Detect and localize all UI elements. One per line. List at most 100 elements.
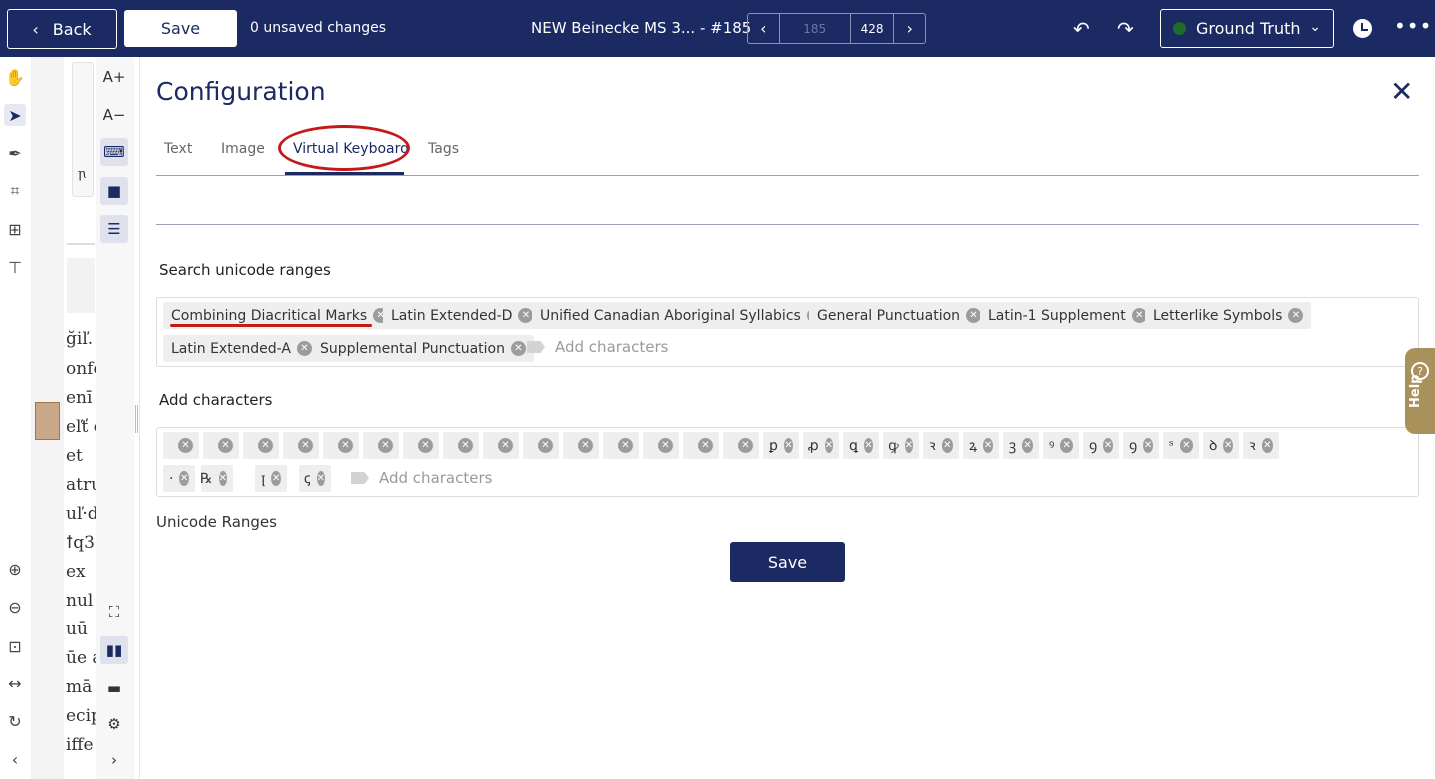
remove-chip-icon[interactable]: ✕ <box>1060 438 1073 453</box>
tag-icon[interactable]: ■ <box>100 177 128 205</box>
fit-width-icon[interactable]: ↔ <box>4 672 26 694</box>
virtual-keyboard-icon[interactable]: ⌨ <box>100 138 128 166</box>
tool-column: ✋ ➤ ✒ ⌗ ⊞ ⊤ ⊕ ⊖ ⊡ ↔ ↻ ‹ <box>0 57 31 779</box>
remove-chip-icon[interactable]: ✕ <box>316 471 325 486</box>
character-chip: ✕ <box>643 432 679 459</box>
fullscreen-icon[interactable]: ⛶ <box>100 598 128 626</box>
unsaved-changes-status: 0 unsaved changes <box>250 20 387 36</box>
remove-chip-icon[interactable]: ✕ <box>1223 438 1233 453</box>
zoom-in-icon[interactable]: ⊕ <box>4 558 26 580</box>
remove-chip-icon[interactable]: ✕ <box>498 438 513 453</box>
remove-chip-icon[interactable]: ✕ <box>966 308 982 323</box>
remove-chip-icon[interactable]: ✕ <box>658 438 673 453</box>
character-chip: ꝓ ✕ <box>803 432 839 459</box>
remove-chip-icon[interactable]: ✕ <box>378 438 393 453</box>
remove-chip-icon[interactable]: ✕ <box>218 471 227 486</box>
remove-chip-icon[interactable]: ✕ <box>258 438 273 453</box>
remove-chip-icon[interactable]: ✕ <box>824 438 833 453</box>
remove-chip-icon[interactable]: ✕ <box>1288 308 1304 323</box>
add-range-input[interactable]: Add characters <box>527 338 668 356</box>
remove-chip-icon[interactable]: ✕ <box>458 438 473 453</box>
remove-chip-icon[interactable]: ✕ <box>941 438 953 453</box>
remove-chip-icon[interactable]: ✕ <box>983 438 993 453</box>
transcription-version-label: Ground Truth <box>1196 19 1301 38</box>
add-character-input[interactable]: Add characters <box>351 469 492 487</box>
close-icon[interactable]: ✕ <box>1390 78 1413 106</box>
lines-list-icon[interactable]: ☰ <box>100 215 128 243</box>
add-characters-label: Add characters <box>159 391 273 409</box>
transcription-version-select[interactable]: Ground Truth ⌄ <box>1160 9 1334 48</box>
remove-chip-icon[interactable]: ✕ <box>298 438 313 453</box>
character-chip: ꝺ ✕ <box>1203 432 1239 459</box>
baseline-tool-icon[interactable]: ⊤ <box>4 256 26 278</box>
redo-icon[interactable]: ↷ <box>1117 17 1134 41</box>
range-chip: Latin Extended-D ✕ <box>383 302 542 329</box>
page-image-thumbnail[interactable] <box>35 402 60 440</box>
crop-icon[interactable]: ⌗ <box>4 180 26 202</box>
region-select-icon[interactable]: ⊞ <box>4 218 26 240</box>
remove-chip-icon[interactable]: ✕ <box>698 438 713 453</box>
remove-chip-icon[interactable]: ✕ <box>783 438 793 453</box>
split-vertical-icon[interactable]: ▮▮ <box>100 636 128 664</box>
resize-handle[interactable] <box>135 405 138 433</box>
character-chip-label: ꝯ <box>1089 438 1098 454</box>
remove-chip-icon[interactable]: ✕ <box>338 438 353 453</box>
remove-chip-icon[interactable]: ✕ <box>1022 438 1033 453</box>
character-chip: ✕ <box>203 432 239 459</box>
characters-input[interactable]: Add characters ✕ ✕ ✕ ✕ ✕ ✕ ✕ ✕ ✕ ✕ ✕ ✕ ✕ ✕ ✕ ꝑ ✕ ꝓ ✕ ꝗ ✕ ꝙ ✕ ꝛ ✕… <box>156 427 1419 497</box>
zoom-out-icon[interactable]: ⊖ <box>4 596 26 618</box>
mini-glyph-key[interactable]: ꞃ <box>78 167 86 182</box>
remove-chip-icon[interactable]: ✕ <box>178 438 193 453</box>
remove-chip-icon[interactable]: ✕ <box>218 438 233 453</box>
remove-chip-icon[interactable]: ✕ <box>904 438 913 453</box>
undo-icon[interactable]: ↶ <box>1073 17 1090 41</box>
split-horizontal-icon[interactable]: ▬ <box>100 674 128 702</box>
pen-draw-icon[interactable]: ✒ <box>4 142 26 164</box>
help-tab[interactable]: ? Help <box>1405 348 1435 434</box>
history-clock-icon[interactable] <box>1353 19 1372 38</box>
page-number-input[interactable]: 185 <box>778 14 850 43</box>
remove-chip-icon[interactable]: ✕ <box>1143 438 1153 453</box>
remove-chip-icon[interactable]: ✕ <box>738 438 753 453</box>
remove-chip-icon[interactable]: ✕ <box>538 438 553 453</box>
remove-chip-icon[interactable]: ✕ <box>578 438 593 453</box>
remove-chip-icon[interactable]: ✕ <box>618 438 633 453</box>
remove-chip-icon[interactable]: ✕ <box>296 341 312 356</box>
save-button[interactable]: Save <box>124 10 237 47</box>
remove-chip-icon[interactable]: ✕ <box>863 438 873 453</box>
next-page-button[interactable]: › <box>894 14 925 43</box>
collapse-left-icon[interactable]: ‹ <box>4 748 26 770</box>
fit-to-screen-icon[interactable]: ⊡ <box>4 635 26 657</box>
text-line: ꝉq3 <box>66 533 95 553</box>
previous-page-button[interactable]: ‹ <box>748 14 779 43</box>
remove-chip-icon[interactable]: ✕ <box>510 341 526 356</box>
tab-text[interactable]: Text <box>164 141 192 157</box>
settings-gear-icon[interactable]: ⚙ <box>100 710 128 738</box>
save-configuration-button[interactable]: Save <box>730 542 845 582</box>
remove-chip-icon[interactable]: ✕ <box>271 471 281 486</box>
font-increase-icon[interactable]: A+ <box>100 63 128 91</box>
remove-chip-icon[interactable]: ✕ <box>418 438 433 453</box>
character-chip-label: ꝝ <box>969 438 978 454</box>
remove-chip-icon[interactable]: ✕ <box>1179 438 1193 453</box>
rotate-icon[interactable]: ↻ <box>4 710 26 732</box>
text-line: enī <box>66 388 93 408</box>
chevron-left-icon: ‹ <box>760 19 767 38</box>
back-button[interactable]: ‹ Back <box>7 9 117 49</box>
collapse-right-icon[interactable]: › <box>100 746 128 774</box>
hand-pan-icon[interactable]: ✋ <box>4 66 26 88</box>
more-options-icon[interactable]: ••• <box>1394 14 1432 38</box>
remove-chip-icon[interactable]: ✕ <box>179 471 189 486</box>
tab-image[interactable]: Image <box>221 141 265 157</box>
character-chip: ꝯ ✕ <box>1123 432 1159 459</box>
red-underline-annotation <box>170 324 372 327</box>
add-character-placeholder: Add characters <box>379 469 493 487</box>
text-line: iffe <box>66 735 94 755</box>
character-chip: ꝛ ✕ <box>923 432 959 459</box>
remove-chip-icon[interactable]: ✕ <box>1261 438 1273 453</box>
remove-chip-icon[interactable]: ✕ <box>1103 438 1113 453</box>
unicode-ranges-input[interactable]: Combining Diacritical Marks ✕ Latin Exten… <box>156 297 1419 367</box>
tab-tags[interactable]: Tags <box>428 141 459 157</box>
select-arrow-icon[interactable]: ➤ <box>4 104 26 126</box>
font-decrease-icon[interactable]: A− <box>100 101 128 129</box>
